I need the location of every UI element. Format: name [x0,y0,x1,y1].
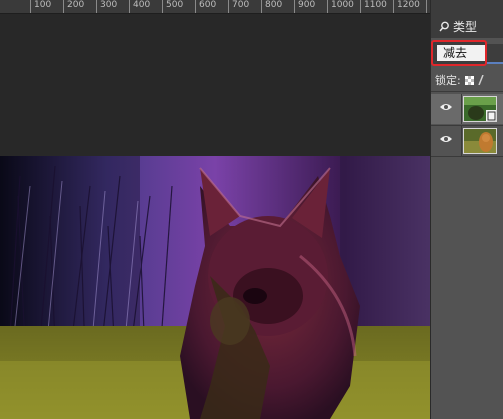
ruler-label: 700 [228,0,249,13]
layer-thumbnail-top[interactable] [463,96,497,122]
kind-filter[interactable]: 类型 [439,18,477,34]
lock-label: 锁定: [435,74,461,87]
layer-divider [461,126,462,156]
layers-panel: 类型 减去 锁定: [430,0,503,419]
horizontal-ruler[interactable]: 100 200 300 400 500 600 700 800 900 1000… [0,0,430,14]
layer-thumbnail-bottom[interactable] [463,128,497,154]
layer-row-bottom[interactable] [431,126,503,156]
lock-transparency-icon[interactable] [464,75,474,85]
visibility-eye-icon[interactable] [439,102,453,112]
search-icon [439,21,449,31]
ruler-label: 800 [261,0,282,13]
separator [431,91,503,92]
ruler-label: 1200 [393,0,420,13]
blend-mode-value: 减去 [437,45,485,61]
opacity-field[interactable] [487,44,503,64]
kind-filter-label: 类型 [453,19,478,34]
lock-pixels-icon[interactable] [478,75,484,85]
ruler-label: 500 [162,0,183,13]
ruler-label: 100 [30,0,51,13]
ruler-label: 900 [294,0,315,13]
layer-row-top[interactable] [431,94,503,124]
document-canvas[interactable] [0,14,430,419]
separator [431,156,503,157]
blended-photo [0,156,430,419]
ruler-label: 600 [195,0,216,13]
ruler-label: 400 [129,0,150,13]
blend-mode-dropdown[interactable]: 减去 [431,40,487,66]
layer-divider [461,94,462,124]
ruler-label: 1000 [327,0,354,13]
ruler-label: 1100 [360,0,387,13]
ruler-label: 200 [63,0,84,13]
visibility-eye-icon[interactable] [439,134,453,144]
ruler-label: 300 [96,0,117,13]
lock-row: 锁定: [435,72,484,88]
